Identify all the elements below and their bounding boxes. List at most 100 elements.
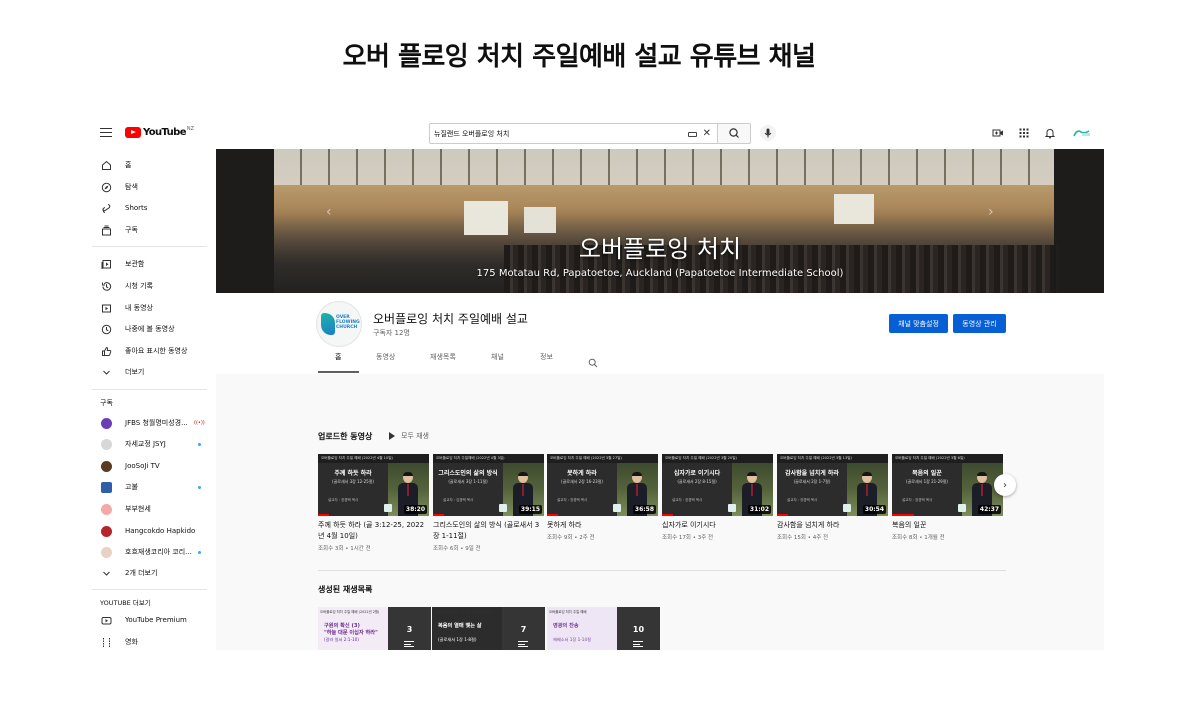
video-title[interactable]: 십자가로 이기시다 <box>662 520 773 531</box>
sidebar-label: 자세교정 JSYJ <box>125 440 166 448</box>
subscriptions-icon <box>101 225 112 236</box>
apps-grid-icon[interactable] <box>1018 127 1030 139</box>
sidebar-item-subscriptions[interactable]: 구독 <box>92 219 216 241</box>
tab-about[interactable]: 정보 <box>540 352 553 362</box>
sidebar-item-show-more-subscriptions[interactable]: 2개 더보기 <box>92 562 216 584</box>
chevron-down-icon <box>101 367 112 378</box>
playlist-card[interactable]: 오버플로잉 처치 주일 예배 (2022년 2월) 구원의 확신 (3) "하늘 … <box>318 607 431 650</box>
playlist-thumbnail-title: 영광의 찬송 <box>553 623 579 629</box>
video-card[interactable]: 오버플로잉 처치 주일 예배 (2022년 3월 27일) 못하게 하라 (골로새서… <box>547 454 658 541</box>
playlist-thumbnail[interactable]: 오버플로잉 처치 주일 예배 영광의 찬송 에베소서 1장 1-14절 <box>547 607 617 650</box>
sidebar-item-youtube-premium[interactable]: YouTube Premium <box>92 609 216 631</box>
video-card[interactable]: 오버플로잉 처치 주일예배 (2022년 4월 3일) 그리스도인의 삶의 방식 (… <box>433 454 544 552</box>
sidebar-item-movies[interactable]: 영화 <box>92 631 216 650</box>
sidebar-subscription[interactable]: Hangcokdo Hapkido <box>92 520 216 542</box>
preacher-hair <box>403 472 413 476</box>
video-title[interactable]: 복음의 일꾼 <box>892 520 1003 531</box>
preacher-hair <box>518 472 528 476</box>
sidebar-subscription[interactable]: JFBS 청월명미성경... ((•)) <box>92 412 216 434</box>
page: 오버 플로잉 처치 주일예배 설교 유튜브 채널 YouTube NZ 뉴질랜드… <box>0 0 1195 708</box>
play-all-button[interactable]: 모두 재생 <box>389 431 429 441</box>
video-meta: 조회수 17회 • 3주 전 <box>662 535 714 541</box>
sidebar-label: 더보기 <box>125 368 145 376</box>
video-card[interactable]: 오버플로잉 처치 주일 예배 (2022년 3월 13일) 감사함을 넘치게 하라… <box>777 454 888 541</box>
sidebar-subscription[interactable]: JooSoJi TV <box>92 455 216 477</box>
sidebar-item-home[interactable]: 홈 <box>92 154 216 176</box>
thumbnail-header: 오버플로잉 처치 주일예배 (2022년 4월 3일) <box>433 454 544 463</box>
thumbnail-title: 복음의 일꾼 <box>912 470 942 477</box>
sidebar-item-history[interactable]: 시청 기록 <box>92 275 216 297</box>
channel-avatar[interactable]: OVER FLOWING CHURCH <box>316 301 362 347</box>
tab-videos[interactable]: 동영상 <box>376 352 395 362</box>
voice-search-button[interactable] <box>760 125 776 141</box>
sidebar-item-watch-later[interactable]: 나중에 볼 동영상 <box>92 318 216 340</box>
channel-search-icon[interactable] <box>588 353 598 372</box>
playlist-thumbnail-header: 오버플로잉 처치 주일 예배 (2022년 2월) <box>434 610 494 614</box>
carousel-next-button[interactable]: › <box>994 474 1016 496</box>
video-title[interactable]: 주께 하듯 하라 (골 3:12-25, 2022년 4월 10일) <box>318 520 429 542</box>
sidebar-item-explore[interactable]: 탐색 <box>92 176 216 198</box>
search-value: 뉴질랜드 오버플로잉 처치 <box>434 130 510 138</box>
sidebar-item-library[interactable]: 보관함 <box>92 253 216 275</box>
active-tab-indicator <box>318 371 359 373</box>
sidebar-item-my-videos[interactable]: 내 동영상 <box>92 297 216 319</box>
video-title[interactable]: 그리스도인의 삶의 방식 (골로새서 3장 1-11절) <box>433 520 544 542</box>
video-thumbnail[interactable]: 오버플로잉 처치 주일 예배 (2022년 3월 13일) 감사함을 넘치게 하라… <box>777 454 888 516</box>
watch-later-icon <box>101 324 112 335</box>
search-icon <box>729 128 739 138</box>
playlist-count-overlay: 7 <box>502 607 545 650</box>
video-title[interactable]: 못하게 하라 <box>547 520 658 531</box>
playlist-thumbnail[interactable]: 오버플로잉 처치 주일 예배 (2022년 2월) 구원의 확신 (3) "하늘 … <box>318 607 388 650</box>
video-title[interactable]: 감사함을 넘치게 하라 <box>777 520 888 531</box>
thumbnail-title: 그리스도인의 삶의 방식 <box>438 470 498 477</box>
video-thumbnail[interactable]: 오버플로잉 처치 주일 예배 (2022년 3월 20일) 십자가로 이기시다 (골… <box>662 454 773 516</box>
thumbnail-scripture: (골로새서 2장 8-15절) <box>677 479 717 484</box>
search-button[interactable] <box>718 123 751 144</box>
church-logo-icon <box>384 504 392 512</box>
playlist-count-overlay: 3 <box>388 607 431 650</box>
tab-home[interactable]: 홈 <box>335 352 341 362</box>
video-card[interactable]: 오버플로잉 처치 주일 예배 (2022년 3월 6일) 복음의 일꾼 (골로새서 … <box>892 454 1003 541</box>
keyboard-icon[interactable] <box>688 132 697 137</box>
new-content-dot <box>198 550 201 554</box>
playlist-thumbnail-header: 오버플로잉 처치 주일 예배 (2022년 2월) <box>320 610 380 614</box>
sidebar-divider <box>92 389 207 390</box>
playlist-video-count: 7 <box>520 625 527 634</box>
video-thumbnail[interactable]: 오버플로잉 처치 주일 예배 (2022년 3월 6일) 복음의 일꾼 (골로새서 … <box>892 454 1003 516</box>
video-thumbnail[interactable]: 오버플로잉 처치 주일 예배 (2022년 3월 27일) 못하게 하라 (골로새서… <box>547 454 658 516</box>
bell-icon[interactable] <box>1044 127 1056 139</box>
video-card[interactable]: 오버플로잉 처치 주일 예배 (2022년 3월 20일) 십자가로 이기시다 (골… <box>662 454 773 541</box>
sidebar-item-shorts[interactable]: Shorts <box>92 197 216 219</box>
sidebar-item-liked-videos[interactable]: 좋아요 표시한 동영상 <box>92 340 216 362</box>
chevron-left-icon: ‹ <box>326 204 332 220</box>
channel-avatar <box>101 460 112 472</box>
sidebar-label: 2개 더보기 <box>125 569 158 577</box>
create-video-icon[interactable] <box>992 127 1004 139</box>
video-meta: 조회수 6회 • 9일 전 <box>433 546 481 552</box>
playlist-card[interactable]: 오버플로잉 처치 주일 예배 (2022년 2월) 복음의 열매 맺는 삶 (골로새… <box>432 607 545 650</box>
watch-progress-bar <box>318 514 330 516</box>
channel-logo-line: CHURCH <box>336 325 358 330</box>
video-thumbnail[interactable]: 오버플로잉 처치 주일 예배 (2022년 4월 10일) 주께 하듯 하라 (골로… <box>318 454 429 516</box>
sidebar-item-more[interactable]: 더보기 <box>92 361 216 383</box>
sidebar-subscription[interactable]: 고불 <box>92 476 216 498</box>
video-thumbnail[interactable]: 오버플로잉 처치 주일예배 (2022년 4월 3일) 그리스도인의 삶의 방식 (… <box>433 454 544 516</box>
youtube-logo[interactable]: YouTube NZ <box>125 126 194 138</box>
clear-search-icon[interactable]: ✕ <box>703 128 711 140</box>
manage-videos-button[interactable]: 동영상 관리 <box>953 314 1006 333</box>
playlist-thumbnail[interactable]: 오버플로잉 처치 주일 예배 (2022년 2월) 복음의 열매 맺는 삶 (골로새… <box>432 607 502 650</box>
play-icon <box>389 432 395 440</box>
sidebar-subscription[interactable]: 호흐재생코리아 코리... <box>92 541 216 563</box>
sidebar-label: 보관함 <box>125 260 145 268</box>
search-input[interactable]: 뉴질랜드 오버플로잉 처치 ✕ <box>429 123 718 144</box>
sidebar-subscription[interactable]: 자세교정 JSYJ <box>92 433 216 455</box>
playlist-card[interactable]: 오버플로잉 처치 주일 예배 영광의 찬송 에베소서 1장 1-14절 10 <box>547 607 660 650</box>
customize-channel-button[interactable]: 채널 맞춤설정 <box>889 314 948 333</box>
live-icon: ((•)) <box>194 420 205 426</box>
tab-channels[interactable]: 채널 <box>491 352 504 362</box>
tab-playlists[interactable]: 재생목록 <box>430 352 456 362</box>
menu-icon[interactable] <box>100 128 112 137</box>
sidebar-subscription[interactable]: 부부현세 <box>92 498 216 520</box>
account-avatar-icon[interactable] <box>1072 126 1092 140</box>
video-card[interactable]: 오버플로잉 처치 주일 예배 (2022년 4월 10일) 주께 하듯 하라 (골로… <box>318 454 429 552</box>
